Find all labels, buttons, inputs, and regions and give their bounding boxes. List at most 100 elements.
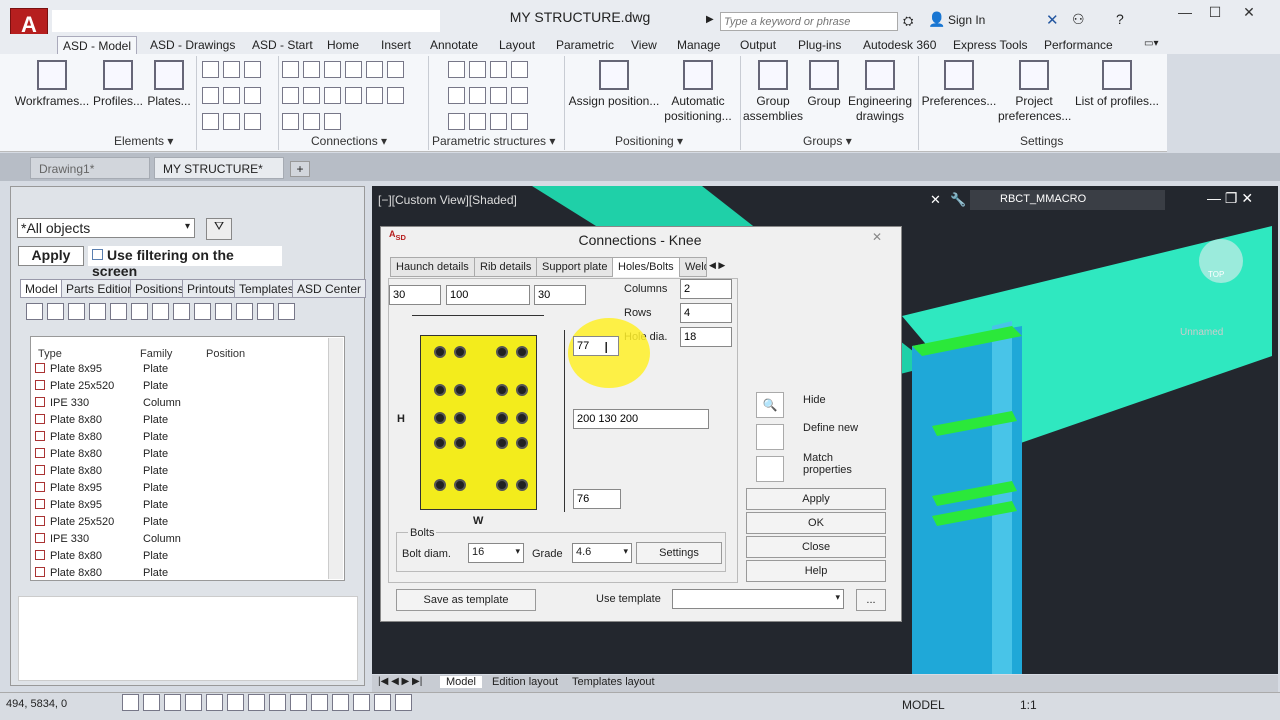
tab-view[interactable]: View <box>626 36 662 54</box>
panel-title-connections[interactable]: Connections ▾ <box>311 134 387 148</box>
tab-support-plate[interactable]: Support plate <box>536 257 614 277</box>
help-button[interactable]: Help <box>746 560 886 582</box>
group-assemblies-button[interactable]: Group assemblies <box>743 60 803 124</box>
grade-select[interactable]: 4.6 ▾ <box>572 543 632 563</box>
help-icon[interactable]: ? <box>1116 11 1124 27</box>
close-button[interactable]: Close <box>746 536 886 558</box>
annotation-scale[interactable]: 1:1 <box>1020 698 1037 712</box>
tab-model-layout[interactable]: Model <box>440 676 482 688</box>
match-properties-icon[interactable] <box>756 456 784 482</box>
spacing-input[interactable] <box>446 285 530 305</box>
maximize-button[interactable]: ☐ <box>1200 4 1230 22</box>
user-icon[interactable]: 👤 <box>928 11 945 28</box>
drafting-toggles[interactable] <box>120 691 440 717</box>
table-row[interactable]: Plate 8x95 Plate <box>35 482 325 499</box>
left-edge-input[interactable] <box>389 285 441 305</box>
tab-templates[interactable]: Templates <box>234 279 299 298</box>
table-row[interactable]: Plate 25x520 Plate <box>35 516 325 533</box>
define-new-icon[interactable] <box>756 424 784 450</box>
tab-rib-details[interactable]: Rib details <box>474 257 538 277</box>
group-button[interactable]: Group <box>803 60 845 109</box>
model-toolbar[interactable] <box>24 300 364 326</box>
top-edge-input[interactable] <box>573 336 619 356</box>
tab-weld[interactable]: Weld <box>679 257 707 277</box>
tab-templates-layout[interactable]: Templates layout <box>566 676 661 688</box>
table-row[interactable]: IPE 330 Column <box>35 397 325 414</box>
search-input[interactable] <box>720 12 898 31</box>
table-row[interactable]: Plate 8x95 Plate <box>35 499 325 516</box>
table-row[interactable]: IPE 330 Column <box>35 533 325 550</box>
table-row[interactable]: Plate 8x80 Plate <box>35 414 325 431</box>
tab-printouts[interactable]: Printouts <box>182 279 240 298</box>
tab-home[interactable]: Home <box>322 36 364 54</box>
minimize-button[interactable]: — <box>1170 4 1200 22</box>
hole-dia-input[interactable] <box>680 327 732 347</box>
close-window-button[interactable]: ✕ <box>1234 4 1264 22</box>
tab-plug-ins[interactable]: Plug-ins <box>793 36 846 54</box>
column-header-position[interactable]: Position <box>206 348 245 360</box>
tab-parametric[interactable]: Parametric <box>551 36 619 54</box>
model-space-toggle[interactable]: MODEL <box>902 698 945 712</box>
bolt-settings-button[interactable]: Settings <box>636 542 722 564</box>
preferences-button[interactable]: Preferences... <box>920 60 998 109</box>
filter-icon[interactable]: ⛛ <box>206 218 232 240</box>
binoculars-icon[interactable]: ⛭ <box>903 13 913 29</box>
a360-icon[interactable]: ⚇ <box>1072 11 1085 28</box>
panel-title-positioning[interactable]: Positioning ▾ <box>615 134 683 148</box>
tab-positions[interactable]: Positions <box>130 279 189 298</box>
project-preferences-button[interactable]: Project preferences... <box>998 60 1071 124</box>
use-filtering-checkbox[interactable]: Use filtering on the screen <box>88 246 282 279</box>
object-filter-select[interactable]: *All objects ▾ <box>17 218 195 238</box>
new-tab-icon[interactable]: + <box>290 161 310 177</box>
engineering-drawings-button[interactable]: Engineering drawings <box>845 60 915 124</box>
column-header-type[interactable]: Type <box>38 348 62 360</box>
bottom-edge-input[interactable] <box>573 489 621 509</box>
tab-parts-edition[interactable]: Parts Edition <box>61 279 140 298</box>
tab-scroll-arrows[interactable]: ◀ ▶ <box>709 260 725 271</box>
table-row[interactable]: Plate 8x80 Plate <box>35 448 325 465</box>
template-select[interactable]: ▾ <box>672 589 844 609</box>
panel-title-elements[interactable]: Elements ▾ <box>114 134 173 148</box>
automatic-positioning-button[interactable]: Automatic positioning... <box>662 60 734 124</box>
columns-stepper[interactable] <box>680 279 732 299</box>
tab-edition-layout[interactable]: Edition layout <box>486 676 564 688</box>
sign-in-link[interactable]: Sign In <box>948 13 985 27</box>
exchange-icon[interactable]: ✕ <box>1046 11 1059 29</box>
layout-nav-arrows[interactable]: |◀ ◀ ▶ ▶| <box>378 676 422 687</box>
parametric-tools-grid[interactable] <box>446 58 546 136</box>
table-row[interactable]: Plate 8x80 Plate <box>35 431 325 448</box>
tab-insert[interactable]: Insert <box>376 36 416 54</box>
panel-title-parametric-structures[interactable]: Parametric structures ▾ <box>432 134 555 148</box>
column-header-family[interactable]: Family <box>140 348 172 360</box>
viewport-label[interactable]: [−][Custom View][Shaded] <box>378 193 517 207</box>
expand-arrow-icon[interactable]: ▶ <box>706 14 714 25</box>
tab-asd-center[interactable]: ASD Center <box>292 279 367 298</box>
table-row[interactable]: Plate 8x80 Plate <box>35 550 325 567</box>
browse-template-button[interactable]: ... <box>856 589 886 611</box>
connection-tools-grid[interactable] <box>280 58 426 136</box>
panel-title-groups[interactable]: Groups ▾ <box>803 134 852 148</box>
table-row[interactable]: Plate 25x520 Plate <box>35 380 325 397</box>
tab-express-tools[interactable]: Express Tools <box>948 36 1032 54</box>
tab-asd-drawings[interactable]: ASD - Drawings <box>145 36 240 54</box>
tab-manage[interactable]: Manage <box>672 36 725 54</box>
tab-haunch-details[interactable]: Haunch details <box>390 257 475 277</box>
dialog-close-icon[interactable]: ✕ <box>872 230 882 244</box>
view-cube[interactable]: TOP <box>1208 270 1224 279</box>
ok-button[interactable]: OK <box>746 512 886 534</box>
hide-magnifier-icon[interactable]: 🔍 <box>756 392 784 418</box>
assign-position-button[interactable]: Assign position... <box>566 60 662 109</box>
table-row[interactable]: Plate 8x80 Plate <box>35 465 325 482</box>
plates-button[interactable]: Plates... <box>146 60 192 109</box>
workframes-button[interactable]: Workframes... <box>14 60 90 109</box>
tab-model[interactable]: Model <box>20 279 63 298</box>
doc-tab-drawing1[interactable]: Drawing1* <box>30 157 150 179</box>
doc-tab-my-structure[interactable]: MY STRUCTURE* ✕ <box>154 157 284 198</box>
tab-annotate[interactable]: Annotate <box>425 36 483 54</box>
apply-filter-button[interactable]: Apply <box>18 246 84 266</box>
properties-grid[interactable] <box>18 596 358 681</box>
tab-layout[interactable]: Layout <box>494 36 540 54</box>
tab-asd-start[interactable]: ASD - Start <box>247 36 318 54</box>
ribbon-options-icon[interactable]: ▭▾ <box>1144 38 1158 49</box>
tab-asd-model[interactable]: ASD - Model <box>57 36 138 54</box>
